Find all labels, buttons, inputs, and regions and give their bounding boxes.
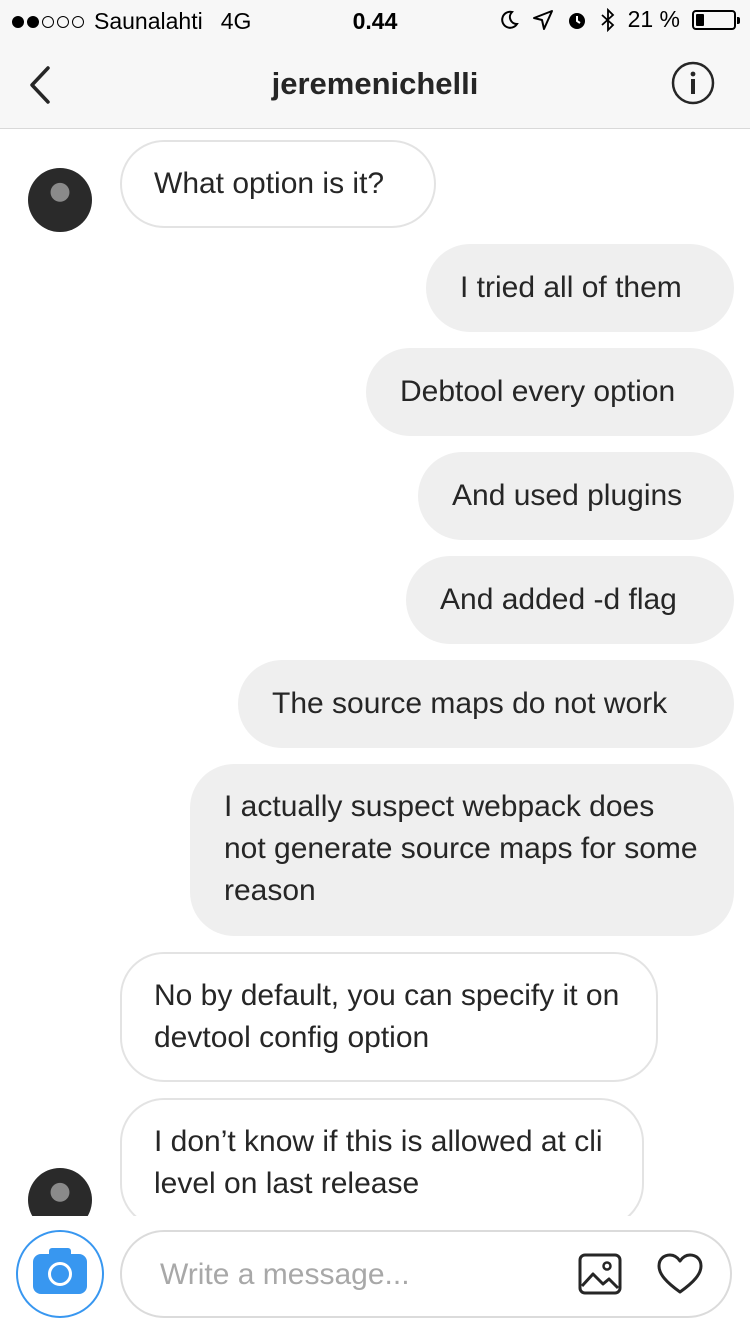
message-bubble-outgoing[interactable]: The source maps do not work bbox=[238, 660, 734, 748]
message-bubble-outgoing[interactable]: I actually suspect webpack does not gene… bbox=[190, 764, 734, 936]
moon-icon bbox=[500, 10, 519, 29]
camera-icon bbox=[33, 1248, 87, 1294]
battery-level-fill bbox=[696, 13, 704, 26]
message-input[interactable] bbox=[158, 1252, 542, 1298]
conversation-header: jeremenichelli bbox=[0, 42, 750, 129]
message-bubble-outgoing[interactable]: I tried all of them bbox=[426, 244, 734, 332]
location-arrow-icon bbox=[532, 9, 553, 30]
message-bubble-incoming[interactable]: What option is it? bbox=[120, 140, 436, 228]
message-bubble-incoming[interactable]: I don’t know if this is allowed at cli l… bbox=[120, 1098, 644, 1216]
message-composer bbox=[0, 1216, 750, 1334]
message-bubble-outgoing[interactable]: And used plugins bbox=[418, 452, 734, 540]
message-thread[interactable]: What option is it? I tried all of them D… bbox=[0, 128, 750, 1216]
message-bubble-outgoing[interactable]: And added -d flag bbox=[406, 556, 734, 644]
battery-percent: 21 % bbox=[627, 6, 680, 32]
camera-lens bbox=[48, 1262, 72, 1286]
status-bar: Saunalahti 4G 0.44 21 % bbox=[0, 0, 750, 42]
battery-tip bbox=[737, 16, 740, 24]
bluetooth-icon bbox=[600, 7, 614, 32]
camera-button[interactable] bbox=[16, 1230, 104, 1318]
message-bubble-outgoing[interactable]: Debtool every option bbox=[366, 348, 734, 436]
heart-icon[interactable] bbox=[656, 1252, 704, 1296]
message-bubble-incoming[interactable]: No by default, you can specify it on dev… bbox=[120, 952, 658, 1082]
info-circle-icon[interactable] bbox=[670, 60, 716, 106]
avatar[interactable] bbox=[28, 168, 92, 232]
gallery-icon[interactable] bbox=[578, 1252, 622, 1296]
battery-icon bbox=[692, 9, 740, 30]
status-right: 21 % bbox=[498, 6, 740, 33]
alarm-icon bbox=[568, 12, 585, 29]
message-input-container bbox=[120, 1230, 732, 1318]
conversation-title[interactable]: jeremenichelli bbox=[0, 66, 750, 102]
avatar[interactable] bbox=[28, 1168, 92, 1216]
